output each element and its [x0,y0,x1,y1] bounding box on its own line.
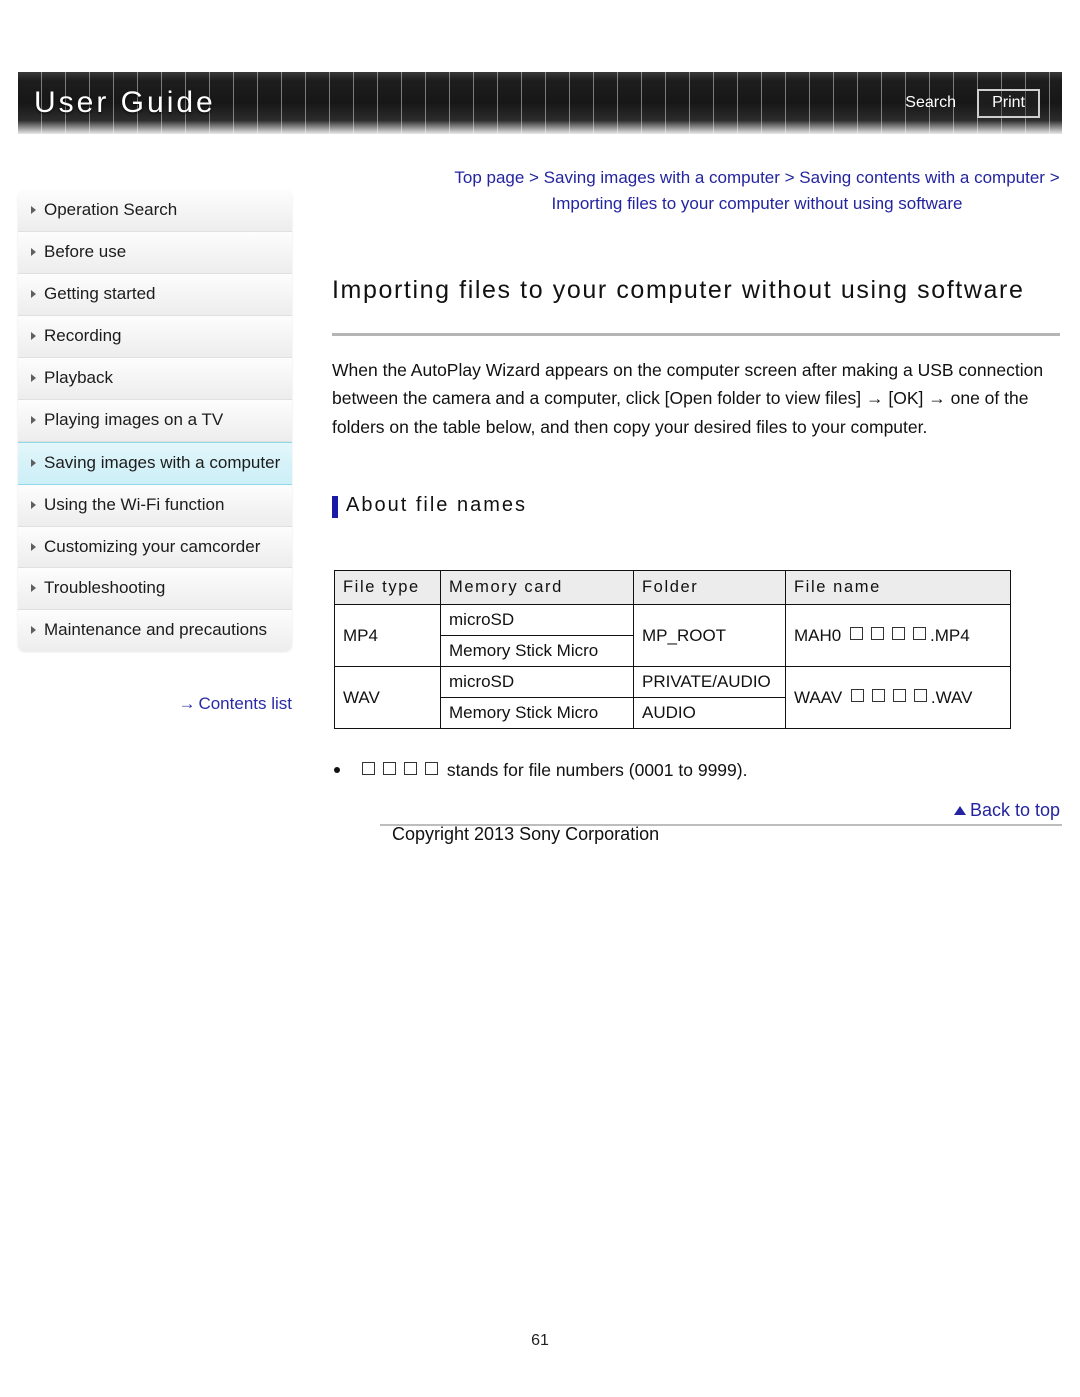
print-button[interactable]: Print [977,89,1040,118]
sidebar-item-label: Getting started [44,283,156,303]
back-to-top-label: Back to top [969,800,1060,820]
file-number-box-icon [913,688,927,702]
sidebar-item-label: Before use [44,241,127,261]
table-row: MP4 microSD MP_ROOT MAH0 .MP4 [334,604,1011,667]
search-button[interactable]: Search [905,94,956,112]
cell-file-type: WAV [334,666,441,729]
table-header-file-type: File type [334,570,441,605]
cell-folder: AUDIO [633,697,786,729]
sidebar-item-label: Operation Search [44,200,178,219]
file-number-box-icon [425,762,438,775]
file-number-box-icon [849,626,863,640]
copyright-text: Copyright 2013 Sony Corporation [392,824,660,844]
note-label: stands for file numbers (0001 to 9999). [446,760,748,780]
contents-list-label: Contents list [198,694,292,713]
table-row: WAV microSD PRIVATE/AUDIO WAAV .WAV [334,666,1011,729]
file-name-suffix: .WAV [930,687,973,707]
file-number-box-icon [362,762,375,775]
file-number-box-icon [891,626,905,640]
cell-file-type: MP4 [334,604,441,667]
header-banner: User Guide Search Print [18,72,1062,134]
sidebar-item-label: Recording [44,325,122,345]
sidebar-item-label: Maintenance and precautions [44,620,268,640]
file-name-suffix: .MP4 [929,625,970,645]
back-to-top-link[interactable]: Back to top [953,800,1060,821]
file-number-box-icon [404,762,417,775]
sidebar-item-troubleshooting[interactable]: Troubleshooting [18,568,292,611]
bullet-triangle-icon [31,247,36,256]
sidebar-item-saving-images-with-a-computer[interactable]: Saving images with a computer [18,441,292,485]
cell-memory-card: microSD [440,666,634,698]
sidebar-item-label: Customizing your camcorder [44,536,261,556]
bullet-triangle-icon [31,542,36,551]
cell-file-name: MAH0 .MP4 [785,604,1011,667]
breadcrumb[interactable]: Top page > Saving images with a computer… [452,165,1062,216]
bullet-triangle-icon [31,289,36,298]
sidebar-item-maintenance-and-precautions[interactable]: Maintenance and precautions [18,610,292,652]
sidebar-item-playing-images-on-a-tv[interactable]: Playing images on a TV [18,399,292,442]
cell-file-name: WAAV .WAV [785,666,1011,729]
sidebar-item-playback[interactable]: Playback [18,357,292,400]
bullet-triangle-icon [31,331,36,340]
bullet-triangle-icon [31,458,36,467]
sidebar-item-recording[interactable]: Recording [18,315,292,358]
sidebar-item-label: Using the Wi-Fi function [44,494,225,514]
file-number-box-icon [871,688,885,702]
file-number-note: stands for file numbers (0001 to 9999). [334,760,747,781]
note-box-glyphs [358,760,447,780]
bullet-triangle-icon [31,584,36,593]
page-number: 61 [531,1332,549,1349]
cell-folder: PRIVATE/AUDIO [633,666,786,698]
bullet-triangle-icon [31,415,36,424]
sidebar-item-customizing-your-camcorder[interactable]: Customizing your camcorder [18,526,292,569]
up-triangle-icon [953,806,966,815]
table-header-memory-card: Memory card [440,570,634,605]
title-divider [332,333,1060,336]
sidebar-item-label: Playing images on a TV [44,409,224,429]
file-names-table: File type Memory card Folder File name M… [334,570,1011,729]
file-number-box-icon [912,626,926,640]
cell-memory-card: microSD [440,604,634,636]
file-number-box-icon [850,688,864,702]
cell-memory-card: Memory Stick Micro [440,697,634,729]
right-arrow-icon: → [178,694,196,713]
cell-memory-card: Memory Stick Micro [440,635,634,667]
table-header-file-name: File name [785,570,1011,605]
sidebar-item-label: Troubleshooting [44,578,166,598]
sidebar-item-operation-search[interactable]: Operation Search [18,190,292,232]
bullet-triangle-icon [31,500,36,509]
file-number-box-icon [383,762,396,775]
bullet-triangle-icon [31,373,36,382]
sidebar-item-getting-started[interactable]: Getting started [18,273,292,316]
bullet-triangle-icon [31,626,36,635]
cell-folder: MP_ROOT [633,604,786,667]
page-title: Importing files to your computer without… [332,275,1025,304]
bullet-triangle-icon [31,206,36,214]
file-name-prefix: MAH0 [794,625,842,645]
contents-list-link[interactable]: → Contents list [18,694,292,714]
sidebar-nav: Operation Search Before use Getting starte… [18,190,292,652]
file-number-box-icon [870,626,884,640]
sidebar-item-label: Playback [44,367,113,387]
bullet-dot-icon [334,767,340,773]
table-header-folder: Folder [633,570,786,605]
page-header-title: User Guide [34,86,216,119]
sidebar-item-using-the-wi-fi-function[interactable]: Using the Wi-Fi function [18,484,292,527]
file-number-box-icon [892,688,906,702]
file-name-prefix: WAAV [794,687,843,707]
table-header-row: File type Memory card Folder File name [334,570,1011,605]
body-paragraph: When the AutoPlay Wizard appears on the … [332,360,1044,437]
sidebar-item-before-use[interactable]: Before use [18,231,292,274]
sidebar-item-label: Saving images with a computer [44,452,281,472]
section-heading-about-file-names: About file names [332,494,527,518]
